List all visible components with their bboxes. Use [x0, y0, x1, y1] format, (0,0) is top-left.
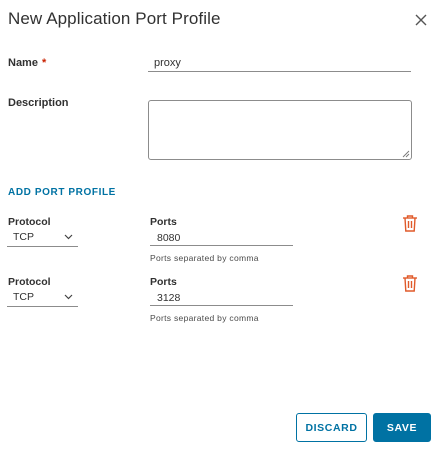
chevron-down-icon	[64, 294, 73, 300]
discard-button[interactable]: DISCARD	[296, 413, 367, 442]
protocol-select-value: TCP	[13, 291, 34, 303]
add-port-profile-link[interactable]: ADD PORT PROFILE	[8, 187, 116, 198]
resize-grip-icon[interactable]	[402, 150, 410, 158]
protocol-label: Protocol	[8, 216, 51, 228]
protocol-select[interactable]: TCP	[7, 231, 78, 247]
description-label: Description	[8, 97, 69, 109]
trash-icon[interactable]	[402, 274, 418, 292]
protocol-select-value: TCP	[13, 231, 34, 243]
save-button[interactable]: SAVE	[373, 413, 431, 442]
name-label-text: Name	[8, 57, 38, 69]
new-application-port-profile-dialog: New Application Port Profile Name* Descr…	[0, 0, 440, 450]
name-label: Name *	[8, 57, 46, 69]
description-textarea[interactable]	[148, 100, 412, 160]
chevron-down-icon	[64, 234, 73, 240]
protocol-select[interactable]: TCP	[7, 291, 78, 307]
ports-input[interactable]	[150, 290, 293, 306]
ports-label: Ports	[150, 276, 177, 288]
ports-helper-text: Ports separated by comma	[150, 313, 259, 323]
ports-label: Ports	[150, 216, 177, 228]
dialog-title: New Application Port Profile	[8, 9, 221, 28]
trash-icon[interactable]	[402, 214, 418, 232]
close-icon[interactable]	[413, 12, 429, 28]
protocol-label: Protocol	[8, 276, 51, 288]
required-marker: *	[41, 57, 47, 69]
name-input[interactable]	[148, 54, 411, 72]
ports-helper-text: Ports separated by comma	[150, 253, 259, 263]
ports-input[interactable]	[150, 230, 293, 246]
